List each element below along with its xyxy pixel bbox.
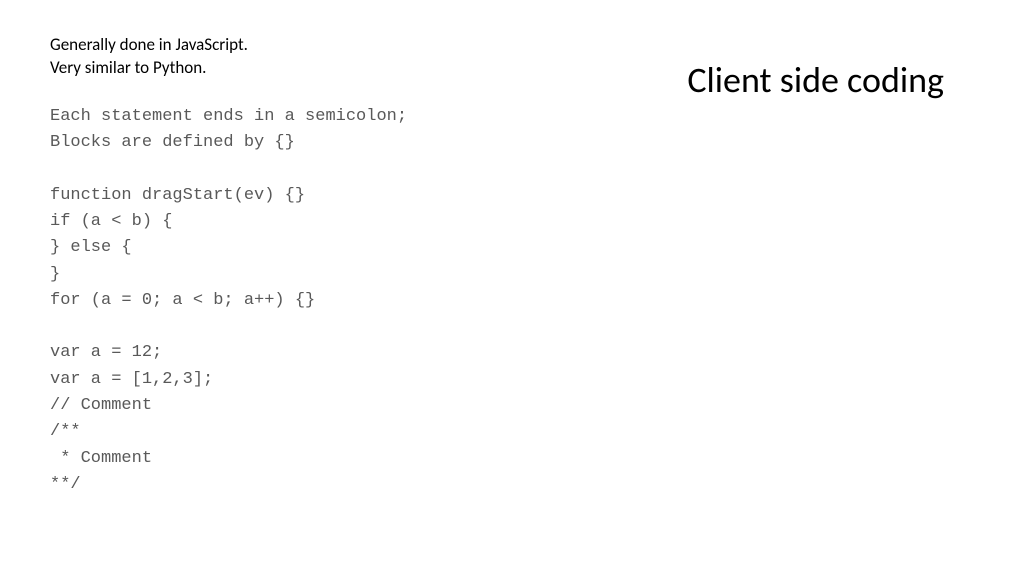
- code-line: Each statement ends in a semicolon;: [50, 104, 550, 130]
- code-line: Blocks are defined by {}: [50, 130, 550, 156]
- code-line: var a = [1,2,3];: [50, 367, 550, 393]
- code-line: }: [50, 262, 550, 288]
- code-line: function dragStart(ev) {}: [50, 183, 550, 209]
- code-line: * Comment: [50, 446, 550, 472]
- code-line: var a = 12;: [50, 340, 550, 366]
- code-line: for (a = 0; a < b; a++) {}: [50, 288, 550, 314]
- slide-title: Client side coding: [687, 58, 944, 102]
- intro-line-1: Generally done in JavaScript.: [50, 34, 550, 57]
- code-line: // Comment: [50, 393, 550, 419]
- code-line: } else {: [50, 235, 550, 261]
- code-line: /**: [50, 419, 550, 445]
- code-blank: [50, 157, 550, 183]
- content-area: Generally done in JavaScript. Very simil…: [50, 34, 550, 498]
- code-line: **/: [50, 472, 550, 498]
- code-blank: [50, 314, 550, 340]
- intro-line-2: Very similar to Python.: [50, 57, 550, 80]
- code-block: Each statement ends in a semicolon; Bloc…: [50, 104, 550, 498]
- code-line: if (a < b) {: [50, 209, 550, 235]
